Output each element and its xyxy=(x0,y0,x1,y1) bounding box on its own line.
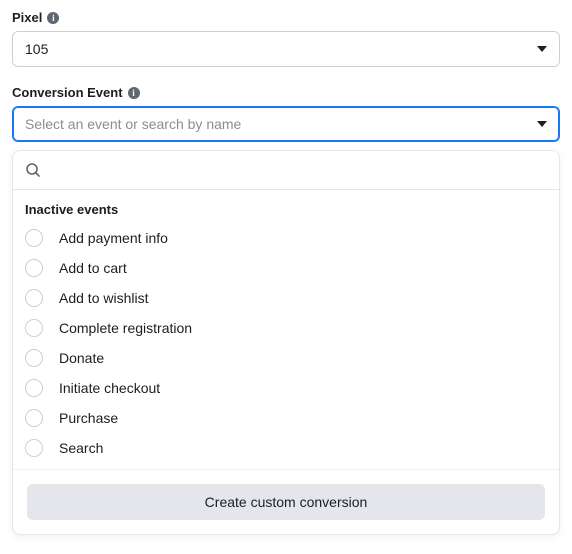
radio-icon xyxy=(25,229,43,247)
event-option[interactable]: Purchase xyxy=(13,403,559,433)
radio-icon xyxy=(25,259,43,277)
info-icon[interactable]: i xyxy=(128,87,140,99)
radio-icon xyxy=(25,409,43,427)
conversion-event-label: Conversion Event i xyxy=(12,85,560,100)
pixel-label-text: Pixel xyxy=(12,10,42,25)
event-group-header: Inactive events xyxy=(13,194,559,223)
dropdown-footer: Create custom conversion xyxy=(13,469,559,534)
event-option[interactable]: Search xyxy=(13,433,559,463)
event-option-label: Search xyxy=(59,440,103,456)
radio-icon xyxy=(25,379,43,397)
pixel-select[interactable]: 105 xyxy=(12,31,560,67)
event-option[interactable]: Add to wishlist xyxy=(13,283,559,313)
conversion-event-select[interactable]: Select an event or search by name xyxy=(12,106,560,142)
event-option[interactable]: Donate xyxy=(13,343,559,373)
event-option-label: Donate xyxy=(59,350,104,366)
event-option-label: Purchase xyxy=(59,410,118,426)
conversion-event-label-text: Conversion Event xyxy=(12,85,123,100)
create-custom-conversion-button[interactable]: Create custom conversion xyxy=(27,484,545,520)
event-option-label: Complete registration xyxy=(59,320,192,336)
dropdown-search-row xyxy=(13,151,559,190)
event-option-label: Initiate checkout xyxy=(59,380,160,396)
event-option-label: Add payment info xyxy=(59,230,168,246)
event-option[interactable]: Complete registration xyxy=(13,313,559,343)
radio-icon xyxy=(25,439,43,457)
event-option-label: Add to wishlist xyxy=(59,290,148,306)
event-option[interactable]: Initiate checkout xyxy=(13,373,559,403)
event-option-label: Add to cart xyxy=(59,260,127,276)
chevron-down-icon xyxy=(537,121,547,127)
radio-icon xyxy=(25,289,43,307)
search-icon xyxy=(25,162,41,178)
chevron-down-icon xyxy=(537,46,547,52)
conversion-event-placeholder: Select an event or search by name xyxy=(25,116,241,132)
conversion-event-dropdown: Inactive events Add payment info Add to c… xyxy=(12,150,560,535)
pixel-label: Pixel i xyxy=(12,10,560,25)
dropdown-search-input[interactable] xyxy=(49,161,547,179)
pixel-select-value: 105 xyxy=(25,41,48,57)
event-list[interactable]: Inactive events Add payment info Add to c… xyxy=(13,190,559,469)
event-option[interactable]: Add payment info xyxy=(13,223,559,253)
info-icon[interactable]: i xyxy=(47,12,59,24)
radio-icon xyxy=(25,349,43,367)
radio-icon xyxy=(25,319,43,337)
event-option[interactable]: Add to cart xyxy=(13,253,559,283)
